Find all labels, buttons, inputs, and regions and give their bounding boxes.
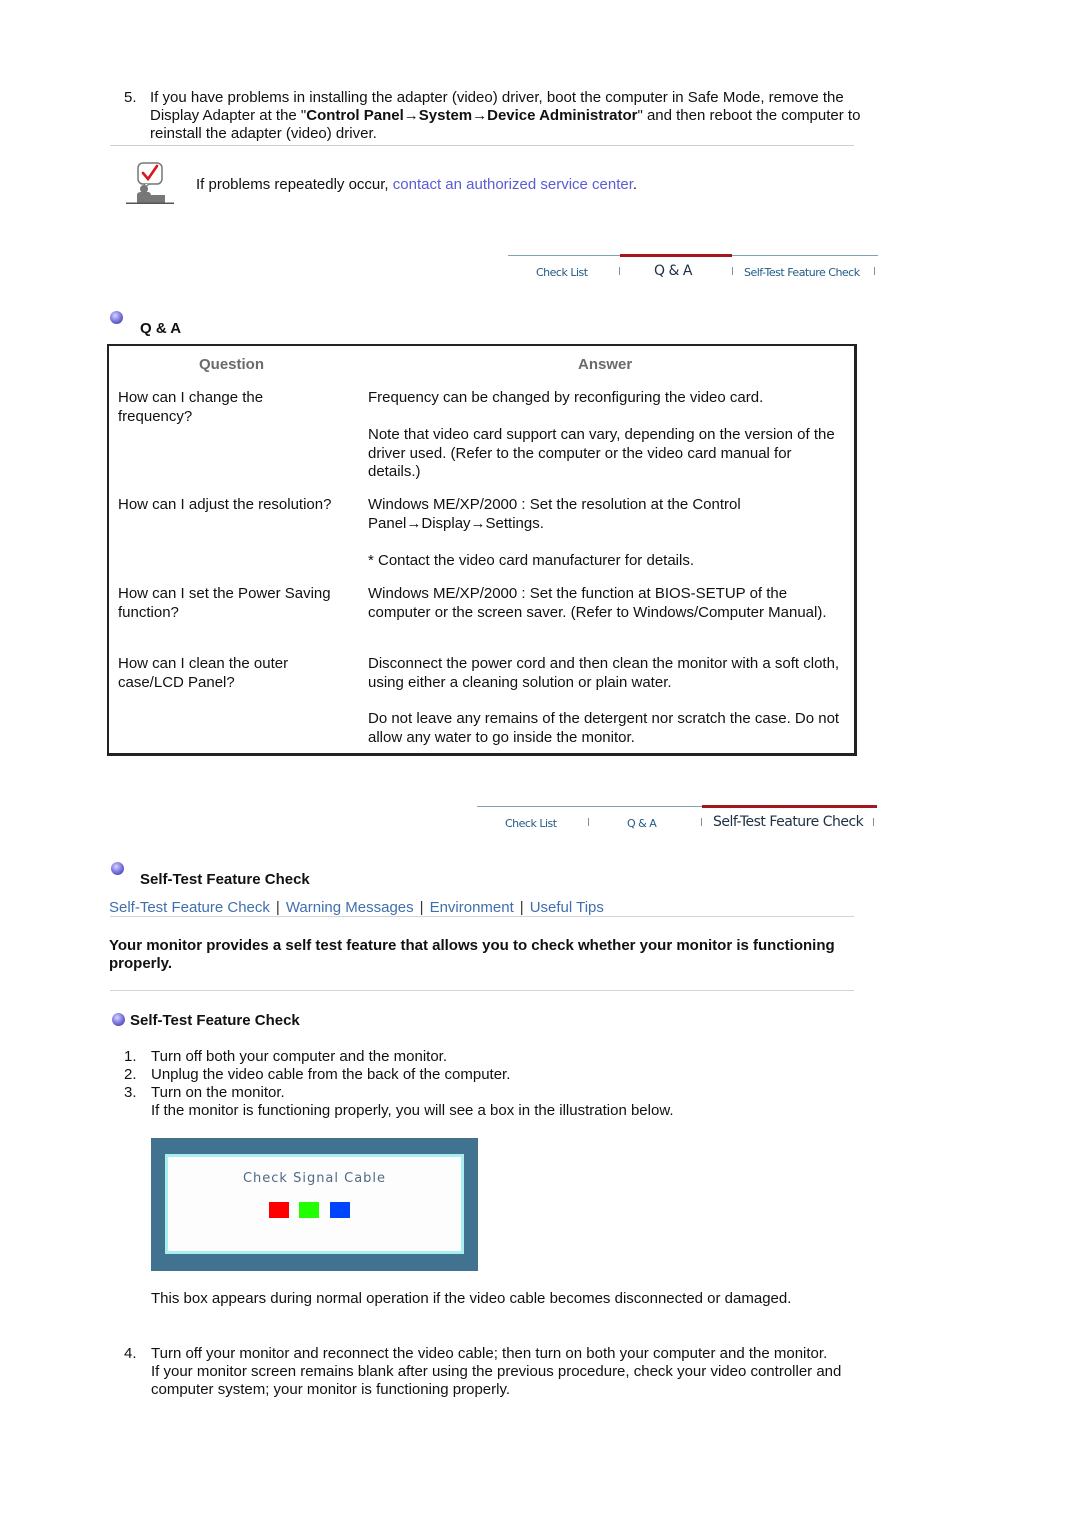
answer-cell: Note that video card support can vary, d…: [368, 426, 835, 480]
step-number: 1.: [124, 1048, 137, 1065]
step-item: 1. Turn off both your computer and the mo…: [124, 1048, 844, 1066]
red-square: [269, 1202, 289, 1218]
qa-heading: Q & A: [140, 320, 182, 337]
step-number: 2.: [124, 1066, 137, 1083]
subnav-useful-tips[interactable]: Useful Tips: [530, 899, 604, 916]
subnav-self-test[interactable]: Self-Test Feature Check: [109, 899, 270, 916]
tab-separator: [619, 267, 620, 275]
question-cell: How can I set the Power Saving function?: [118, 585, 331, 621]
answer-header: Answer: [578, 356, 633, 373]
tab-self-test[interactable]: Self-Test Feature Check: [744, 264, 860, 282]
step-number: 5.: [124, 89, 137, 106]
active-tab-indicator: [702, 805, 877, 808]
blue-square: [330, 1202, 350, 1218]
answer-cell: Windows ME/XP/2000 : Set the resolution …: [368, 496, 741, 532]
note-text: If problems repeatedly occur, contact an…: [196, 176, 637, 194]
step-text-main: Turn off your monitor and reconnect the …: [151, 1345, 828, 1362]
tab-separator: [701, 818, 702, 826]
answer-cell: Disconnect the power cord and then clean…: [368, 655, 840, 691]
subnav-environment[interactable]: Environment: [430, 899, 514, 916]
osd-message: Check Signal Cable: [242, 1171, 387, 1186]
steps-list: 1. Turn off both your computer and the mo…: [124, 1048, 844, 1120]
section-tabs-top: Check List Q & A Self-Test Feature Check: [508, 254, 878, 285]
question-cell: How can I change the frequency?: [118, 389, 264, 425]
step-number: 4.: [124, 1345, 137, 1362]
tab-separator: [874, 267, 875, 275]
step-item: 2. Unplug the video cable from the back o…: [124, 1066, 844, 1084]
subnav-separator: |: [275, 899, 280, 916]
tab-self-test[interactable]: Self-Test Feature Check: [713, 813, 864, 831]
divider: [110, 145, 854, 146]
step-text: Turn off both your computer and the moni…: [151, 1048, 448, 1065]
self-test-subheading: Self-Test Feature Check: [130, 1012, 300, 1029]
step-text: Turn on the monitor.: [151, 1084, 285, 1101]
active-tab-indicator: [620, 254, 732, 257]
bullet-icon: [112, 1013, 125, 1026]
bullet-icon: [111, 862, 124, 875]
note-text-end: .: [632, 176, 638, 193]
subnav-warning-messages[interactable]: Warning Messages: [286, 899, 414, 916]
tab-check-list[interactable]: Check List: [505, 815, 557, 833]
subnav-separator: |: [519, 899, 524, 916]
intro-text: Your monitor provides a self test featur…: [109, 937, 835, 972]
bullet-icon: [110, 311, 123, 324]
step-note: If your monitor screen remains blank aft…: [151, 1363, 842, 1398]
section-tabs-bottom: Check List Q & A Self-Test Feature Check: [477, 805, 877, 836]
tab-line: [732, 255, 878, 256]
divider: [110, 990, 854, 991]
step-number: 3.: [124, 1084, 137, 1101]
question-cell: How can I clean the outer case/LCD Panel…: [118, 655, 289, 691]
osd-box: Check Signal Cable: [165, 1154, 464, 1254]
answer-cell: Windows ME/XP/2000 : Set the function at…: [368, 585, 827, 621]
answer-cell: Do not leave any remains of the detergen…: [368, 710, 840, 746]
step-4: 4. Turn off your monitor and reconnect t…: [124, 1345, 844, 1399]
tab-line: [508, 255, 620, 256]
self-test-heading: Self-Test Feature Check: [140, 871, 310, 888]
step-note: If the monitor is functioning properly, …: [151, 1102, 674, 1119]
tab-qa[interactable]: Q & A: [627, 815, 657, 833]
answer-cell: Frequency can be changed by reconfigurin…: [368, 389, 764, 406]
tab-line: [477, 806, 702, 807]
tab-separator: [588, 818, 589, 826]
subnav-separator: |: [419, 899, 424, 916]
divider: [110, 916, 854, 917]
question-header: Question: [199, 356, 265, 373]
menu-path: Control Panel→System→Device Administrato…: [306, 107, 638, 124]
tab-separator: [873, 818, 874, 826]
step-text: Turn off your monitor and reconnect the …: [151, 1345, 844, 1399]
tab-check-list[interactable]: Check List: [536, 264, 588, 282]
illustration-caption: This box appears during normal operation…: [151, 1290, 792, 1307]
qa-table: Question Answer How can I change the fre…: [107, 344, 857, 756]
question-cell: How can I adjust the resolution?: [118, 496, 332, 513]
step-text: If you have problems in installing the a…: [150, 89, 864, 143]
service-center-link[interactable]: contact an authorized service center: [393, 176, 633, 193]
check-signal-illustration: Check Signal Cable: [151, 1138, 478, 1271]
checkmark-speech-person-icon: [126, 162, 174, 204]
step-item: 3. Turn on the monitor. If the monitor is …: [124, 1084, 844, 1120]
answer-cell: * Contact the video card manufacturer fo…: [368, 552, 695, 569]
tab-separator: [732, 267, 733, 275]
tab-qa[interactable]: Q & A: [654, 262, 692, 280]
step-5: 5. If you have problems in installing th…: [124, 89, 864, 143]
green-square: [299, 1202, 319, 1218]
step-text: Unplug the video cable from the back of …: [151, 1066, 511, 1083]
note-text-start: If problems repeatedly occur,: [196, 176, 393, 193]
subnav: Self-Test Feature Check | Warning Messages…: [109, 899, 604, 917]
